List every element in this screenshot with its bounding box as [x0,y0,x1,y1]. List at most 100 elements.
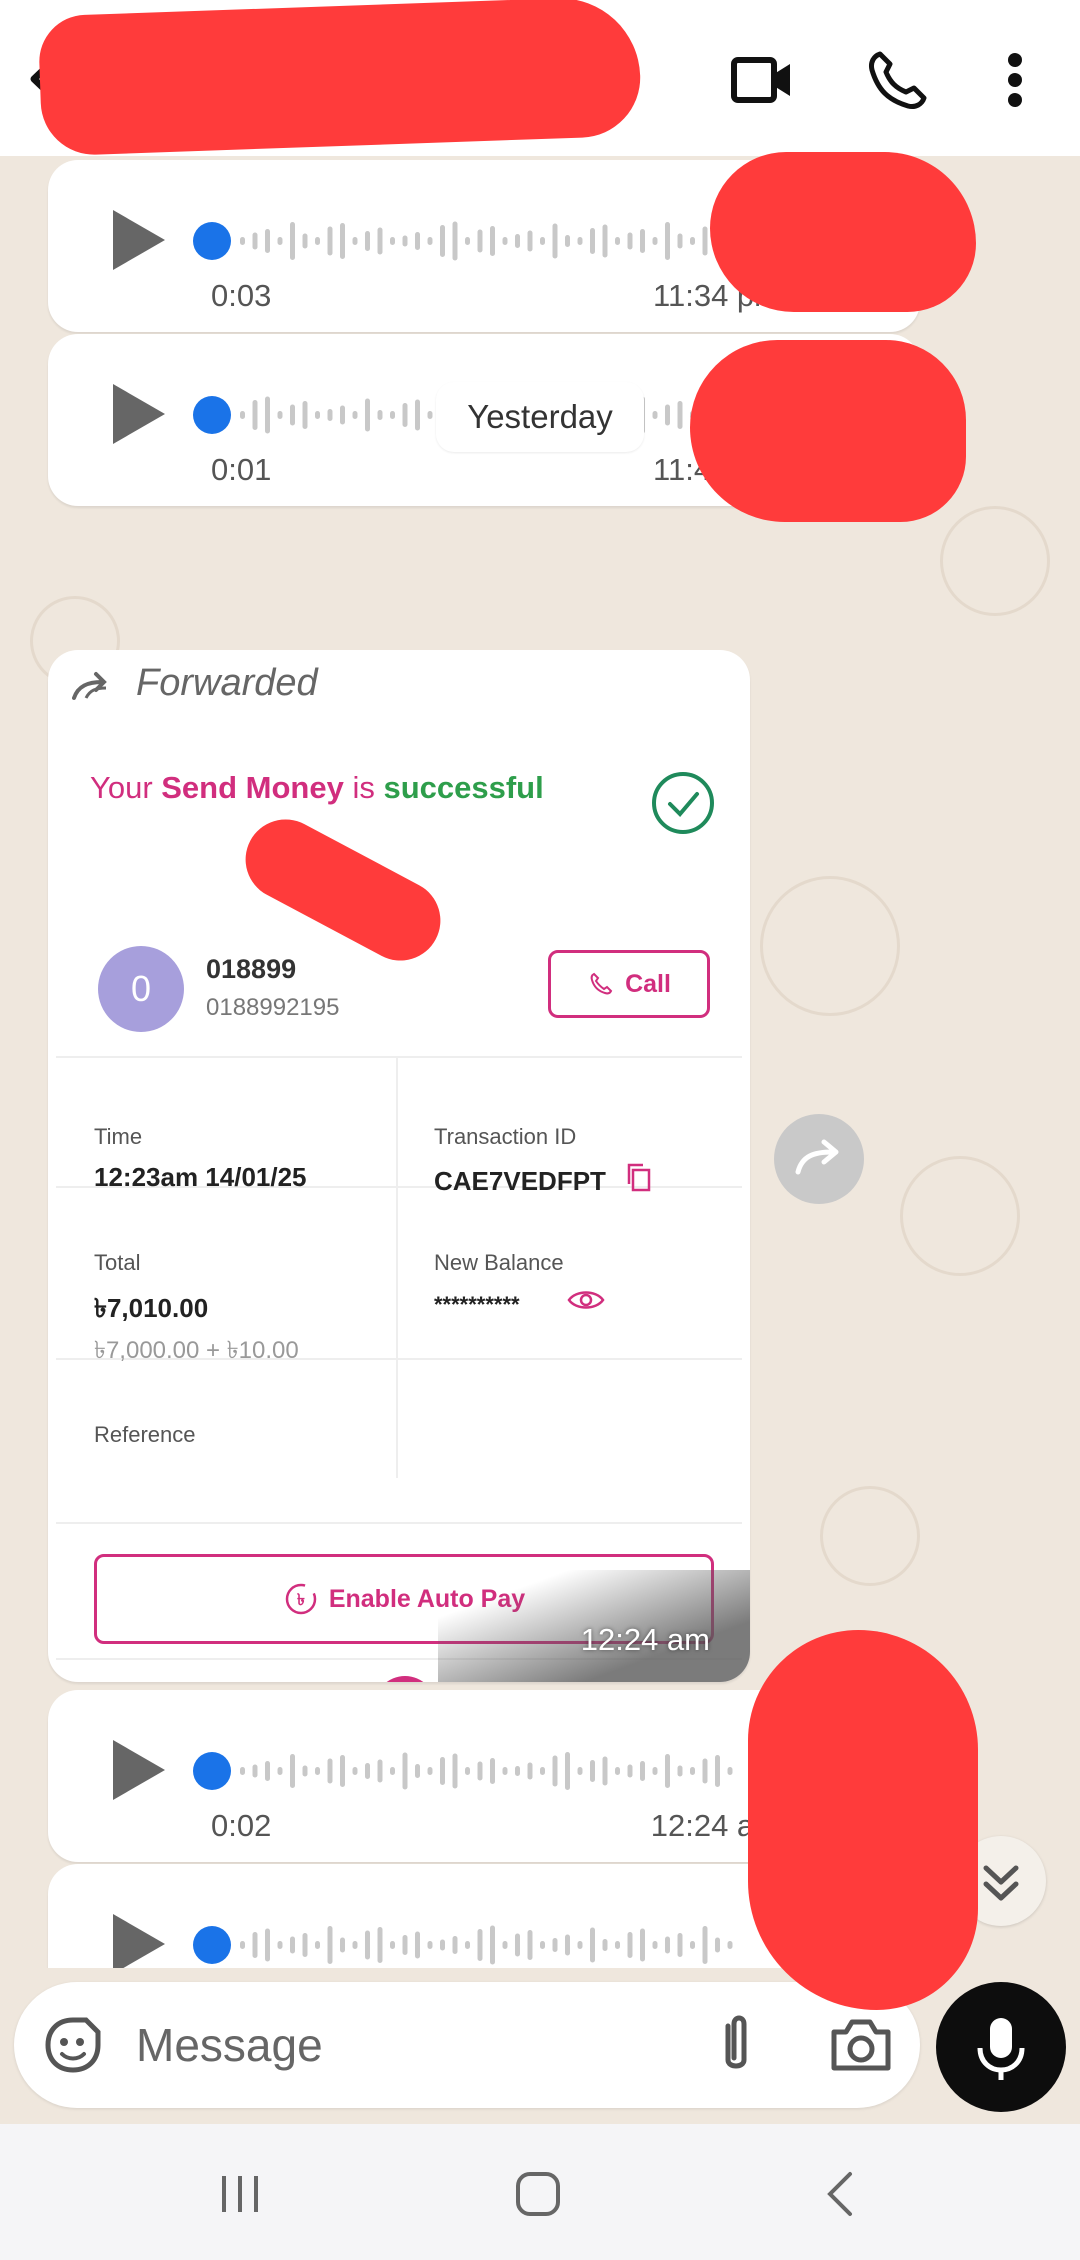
waveform-bar [577,237,583,245]
wallpaper-doodle [940,506,1050,616]
play-icon[interactable] [103,1730,173,1810]
time-value: 12:23am 14/01/25 [94,1162,307,1192]
waveform-bar [502,237,508,245]
waveform-bar [277,1767,283,1775]
title-prefix: Your [90,770,162,805]
play-icon[interactable] [103,374,173,454]
copy-icon[interactable] [626,1162,652,1192]
waveform-bar [590,1927,595,1963]
message-composer[interactable]: Message [14,1982,920,2108]
waveform-bar [677,233,683,249]
waveform-bar [377,227,383,255]
waveform-bar [240,1941,245,1949]
waveform-bar [490,1758,495,1784]
home-icon[interactable] [508,2164,568,2224]
play-icon[interactable] [103,1904,173,1968]
redaction-mark [37,0,643,157]
star-badge-icon [374,1676,436,1682]
call-button[interactable]: Call [548,950,710,1018]
playback-position-dot[interactable] [193,396,231,434]
date-divider: Yesterday [436,382,644,452]
waveform-bar [465,1767,470,1775]
waveform-bar [602,1756,608,1786]
waveform-bar [427,411,433,419]
system-back-icon[interactable] [812,2164,872,2224]
contact-number: 0188992195 [206,994,340,1021]
waveform-bar [390,1767,395,1775]
waveform-bar [390,411,395,419]
waveform-bar [690,1767,695,1775]
auto-pay-icon: ৳ [285,1583,317,1615]
svg-text:৳: ৳ [297,1590,305,1609]
waveform-bar [415,1764,420,1778]
voice-duration: 0:02 [211,1808,272,1843]
eye-icon[interactable] [566,1286,606,1314]
waveform-bar [565,235,570,247]
waveform[interactable] [234,1900,754,1968]
playback-position-dot[interactable] [193,1752,231,1790]
waveform-bar [665,222,670,260]
voice-duration: 0:01 [211,452,272,487]
waveform-bar [315,411,320,419]
waveform-bar [252,232,258,250]
waveform-bar [402,1935,408,1955]
waveform-bar [415,1931,420,1959]
waveform-bar [640,1928,645,1962]
waveform-bar [427,1941,433,1949]
play-icon[interactable] [103,200,173,280]
waveform[interactable] [234,1726,754,1816]
waveform-bar [665,1754,670,1788]
waveform-bar [365,1930,370,1960]
waveform-bar [677,401,683,429]
voice-duration: 0:03 [211,278,272,313]
waveform-bar [577,1941,583,1949]
playback-position-dot[interactable] [193,1926,231,1964]
video-call-icon[interactable] [722,40,802,120]
waveform-bar [502,1941,508,1949]
waveform-bar [327,1926,333,1964]
waveform-bar [690,1941,695,1949]
waveform-bar [627,232,633,250]
waveform-bar [340,223,345,259]
message-input[interactable]: Message [136,2018,323,2072]
message-time: 12:24 am [580,1622,710,1657]
waveform-bar [315,1767,320,1775]
waveform-bar [527,1762,533,1780]
waveform-bar [677,1933,683,1957]
playback-position-dot[interactable] [193,222,231,260]
camera-icon[interactable] [826,2010,896,2080]
waveform-bar [652,237,658,245]
wallpaper-doodle [900,1156,1020,1276]
waveform-bar [352,1767,358,1775]
sticker-icon[interactable] [40,2012,106,2078]
voice-record-button[interactable] [936,1982,1066,2112]
more-vertical-icon[interactable] [980,40,1050,120]
waveform[interactable] [234,196,754,286]
waveform-bar [652,1767,658,1775]
contact-avatar: 0 [98,946,184,1032]
waveform-bar [727,1941,733,1949]
reference-label: Reference [94,1422,196,1447]
waveform-bar [290,1754,295,1788]
waveform-bar [340,405,345,425]
waveform-bar [290,404,295,426]
waveform-bar [527,230,533,252]
title-mid: is [343,770,384,805]
transaction-id-value[interactable]: CAE7VEDFPT [434,1166,606,1197]
redaction-mark [710,152,976,312]
wallpaper-doodle [760,876,900,1016]
waveform-bar [502,1767,508,1775]
forward-shortcut-button[interactable] [774,1114,864,1204]
waveform-bar [365,231,370,251]
waveform-bar [665,404,670,426]
waveform-bar [240,411,245,419]
recent-apps-icon[interactable] [210,2164,270,2224]
success-check-icon [652,772,714,834]
waveform-bar [352,411,358,419]
waveform-bar [452,1936,458,1954]
system-nav-bar [0,2124,1080,2260]
forwarded-label: Forwarded [136,662,318,704]
attach-icon[interactable] [708,2010,764,2080]
forwarded-message[interactable]: Forwarded Your Send Money is successful … [48,650,750,1682]
phone-icon[interactable] [858,40,938,120]
